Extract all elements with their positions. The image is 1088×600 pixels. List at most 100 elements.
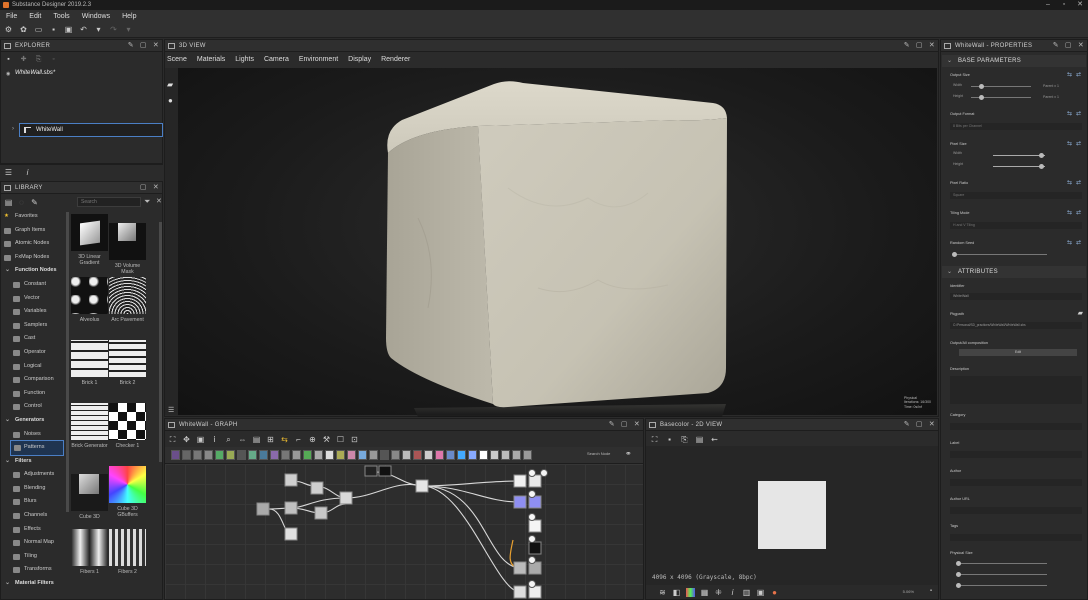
library-tree-item[interactable]: Samplers xyxy=(1,319,67,333)
pin-icon[interactable]: ✎ xyxy=(609,419,615,431)
view2d-canvas[interactable]: 4096 x 4096 (Grayscale, 8bpc) xyxy=(646,446,938,585)
atomic-node-icon[interactable] xyxy=(402,450,411,460)
graph-search-icon[interactable]: ⌕ xyxy=(224,435,233,444)
expand-chevron-icon[interactable]: › xyxy=(12,126,14,132)
frame-texture-icon[interactable]: ⛶ xyxy=(650,435,659,444)
link-icon[interactable]: ⇄ xyxy=(1076,209,1081,216)
alpha-icon[interactable]: ▣ xyxy=(756,588,765,597)
link-icon[interactable]: ⇄ xyxy=(1076,239,1081,246)
atomic-node-icon[interactable] xyxy=(248,450,257,460)
view3d-menu-item[interactable]: Scene xyxy=(167,53,187,67)
thumbs-scrollbar[interactable] xyxy=(159,222,162,462)
library-tree-item[interactable]: Blending xyxy=(1,482,67,496)
inherit-icon[interactable]: ⇆ xyxy=(1067,110,1072,117)
graph-settings-icon[interactable]: ☐ xyxy=(336,435,345,444)
atomic-node-icon[interactable] xyxy=(424,450,433,460)
list-icon[interactable]: ☰ xyxy=(4,168,13,177)
library-tree-item[interactable]: Tiling xyxy=(1,550,67,564)
view3d-menu-item[interactable]: Renderer xyxy=(381,53,410,67)
library-tree-item[interactable]: Control xyxy=(1,400,67,414)
align-icon[interactable]: ⇔ xyxy=(238,435,247,444)
layers-icon[interactable]: ≋ xyxy=(658,588,667,597)
description-textarea[interactable] xyxy=(950,376,1082,404)
library-tree-item[interactable]: Cast xyxy=(1,332,67,346)
atomic-node-icon[interactable] xyxy=(490,450,499,460)
float-icon[interactable]: ▢ xyxy=(916,40,923,52)
attributes-section[interactable]: ⌄ ATTRIBUTES xyxy=(942,266,1086,278)
tile-icon[interactable]: ⁜ xyxy=(714,588,723,597)
physical-y-slider[interactable] xyxy=(959,574,1047,575)
menu-tools[interactable]: Tools xyxy=(53,13,69,20)
library-tree-item[interactable]: Atomic Nodes xyxy=(1,237,67,251)
view3d-viewport[interactable]: Physical Iterations: 16/300 Time: 0s/inf xyxy=(178,68,937,417)
explorer-more-icon[interactable]: ◦ xyxy=(49,55,58,64)
menu-edit[interactable]: Edit xyxy=(29,13,41,20)
library-thumbnail[interactable]: Cube 3D GBuffers xyxy=(109,466,146,518)
float-icon[interactable]: ▢ xyxy=(140,182,147,194)
float-icon[interactable]: ▢ xyxy=(621,419,628,431)
atomic-node-icon[interactable] xyxy=(512,450,521,460)
library-thumbnail[interactable]: Brick Generator xyxy=(71,403,108,449)
library-tree-item[interactable]: Comparison xyxy=(1,373,67,387)
base-parameters-section[interactable]: ⌄ BASE PARAMETERS xyxy=(942,55,1086,67)
close-panel-icon[interactable]: ✕ xyxy=(1078,40,1084,52)
pin-icon[interactable]: ✎ xyxy=(904,419,910,431)
copy-texture-icon[interactable]: ⎘ xyxy=(680,435,689,444)
pin-node-icon[interactable]: ⇆ xyxy=(280,435,289,444)
light-icon[interactable]: ● xyxy=(168,96,173,105)
info-2d-icon[interactable]: i xyxy=(728,588,737,597)
maximize-button[interactable]: ▫ xyxy=(1056,0,1072,10)
frame-icon[interactable]: ⊞ xyxy=(266,435,275,444)
histogram-icon[interactable]: ▥ xyxy=(742,588,751,597)
minimize-button[interactable]: – xyxy=(1040,0,1056,10)
atomic-node-icon[interactable] xyxy=(303,450,312,460)
library-tree-item[interactable]: Normal Map xyxy=(1,536,67,550)
output-format-select[interactable]: 8 Bits per Channel xyxy=(950,123,1082,130)
library-tree-item[interactable]: Blurs xyxy=(1,495,67,509)
redo-icon[interactable]: ↷ xyxy=(109,25,118,34)
library-thumbnail[interactable]: Checker 1 xyxy=(109,403,146,449)
library-edit-icon[interactable]: ✎ xyxy=(30,198,39,207)
library-tree-item[interactable]: Constant xyxy=(1,278,67,292)
library-tree-item[interactable]: ⌄ Generators xyxy=(1,414,67,428)
pin-icon[interactable]: ✎ xyxy=(128,40,134,52)
new-package-icon[interactable]: ⚙ xyxy=(4,25,13,34)
save-texture-icon[interactable]: ▪ xyxy=(665,435,674,444)
library-tree-item[interactable]: ⌄ Function Nodes xyxy=(1,264,67,278)
library-tree-item[interactable]: Graph Items xyxy=(1,224,67,238)
tool-icon[interactable]: ⚒ xyxy=(322,435,331,444)
layout-icon[interactable]: ⊕ xyxy=(308,435,317,444)
library-tree-item[interactable]: ⌄ Material Filters xyxy=(1,577,67,591)
library-tree-item[interactable]: Transforms xyxy=(1,563,67,577)
physical-x-knob[interactable] xyxy=(956,561,961,566)
random-seed-slider[interactable] xyxy=(955,254,1047,255)
tree-scrollbar[interactable] xyxy=(66,212,69,512)
pkgpath-input[interactable]: C:/Personal/SD_practices/WhiteWall/White… xyxy=(950,322,1082,329)
search-node-label[interactable]: Search Node xyxy=(587,451,610,456)
link-icon[interactable]: ⇄ xyxy=(1076,110,1081,117)
open-icon[interactable]: ▭ xyxy=(34,25,43,34)
library-tree-item[interactable]: Operator xyxy=(1,346,67,360)
color-picker-icon[interactable]: ● xyxy=(770,588,779,597)
close-panel-icon[interactable]: ✕ xyxy=(929,419,935,431)
atomic-node-icon[interactable] xyxy=(270,450,279,460)
pin-icon[interactable]: ✎ xyxy=(904,40,910,52)
atomic-node-icon[interactable] xyxy=(468,450,477,460)
inherit-icon[interactable]: ⇆ xyxy=(1067,140,1072,147)
close-panel-icon[interactable]: ✕ xyxy=(153,40,159,52)
library-thumbnail[interactable]: 3D Linear Gradient xyxy=(71,214,108,266)
composition-edit-button[interactable]: Edit xyxy=(959,349,1077,356)
view-options-icon[interactable]: ⇜ xyxy=(710,435,719,444)
library-thumbnail[interactable]: 3D Volume Mask xyxy=(109,214,146,275)
undo-dropdown-icon[interactable]: ▾ xyxy=(94,25,103,34)
explorer-add-icon[interactable]: ✚ xyxy=(19,55,28,64)
atomic-node-icon[interactable] xyxy=(435,450,444,460)
folder-icon[interactable]: ▰ xyxy=(1078,309,1083,317)
filter-icon[interactable]: ⏷ xyxy=(144,197,150,207)
view3d-menu-item[interactable]: Materials xyxy=(197,53,225,67)
package-name[interactable]: WhiteWall.sbs* xyxy=(15,70,55,76)
atomic-node-icon[interactable] xyxy=(347,450,356,460)
undo-icon[interactable]: ↶ xyxy=(79,25,88,34)
category-input[interactable] xyxy=(950,423,1082,430)
inherit-icon[interactable]: ⇆ xyxy=(1067,71,1072,78)
